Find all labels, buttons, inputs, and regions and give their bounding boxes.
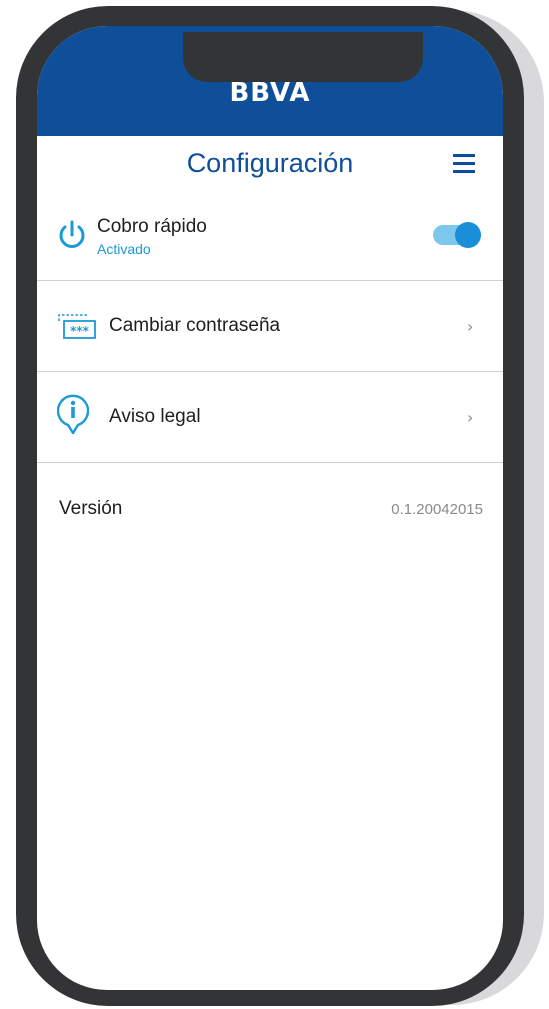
- legal-notice-label: Aviso legal: [109, 406, 201, 427]
- quick-charge-toggle[interactable]: [433, 222, 481, 248]
- toggle-knob: [455, 222, 481, 248]
- phone-notch: [183, 32, 423, 82]
- svg-text:***: ***: [70, 324, 90, 338]
- hamburger-menu-icon[interactable]: [453, 154, 475, 174]
- quick-charge-row: Cobro rápido Activado: [37, 196, 503, 280]
- change-password-label: Cambiar contraseña: [109, 315, 281, 336]
- brand-logo: BBVA: [229, 78, 311, 108]
- password-field-icon: ***: [58, 314, 96, 339]
- power-icon: [59, 220, 85, 248]
- chevron-right-icon: ›: [467, 408, 474, 427]
- version-value: 0.1.20042015: [391, 501, 483, 518]
- page-title: Configuración: [186, 148, 354, 178]
- quick-charge-label: Cobro rápido: [97, 216, 207, 237]
- divider: [37, 462, 503, 463]
- change-password-row[interactable]: *** Cambiar contraseña ›: [37, 281, 503, 371]
- legal-notice-row[interactable]: Aviso legal ›: [37, 372, 503, 462]
- quick-charge-status: Activado: [97, 241, 151, 257]
- page-header: Configuración: [37, 136, 503, 196]
- version-label: Versión: [59, 498, 123, 519]
- chevron-right-icon: ›: [467, 317, 474, 336]
- info-icon: [57, 394, 89, 435]
- device-frame: BBVA Configuración Cobro rápido Activado: [0, 0, 549, 1009]
- phone-screen: BBVA Configuración Cobro rápido Activado: [37, 26, 503, 990]
